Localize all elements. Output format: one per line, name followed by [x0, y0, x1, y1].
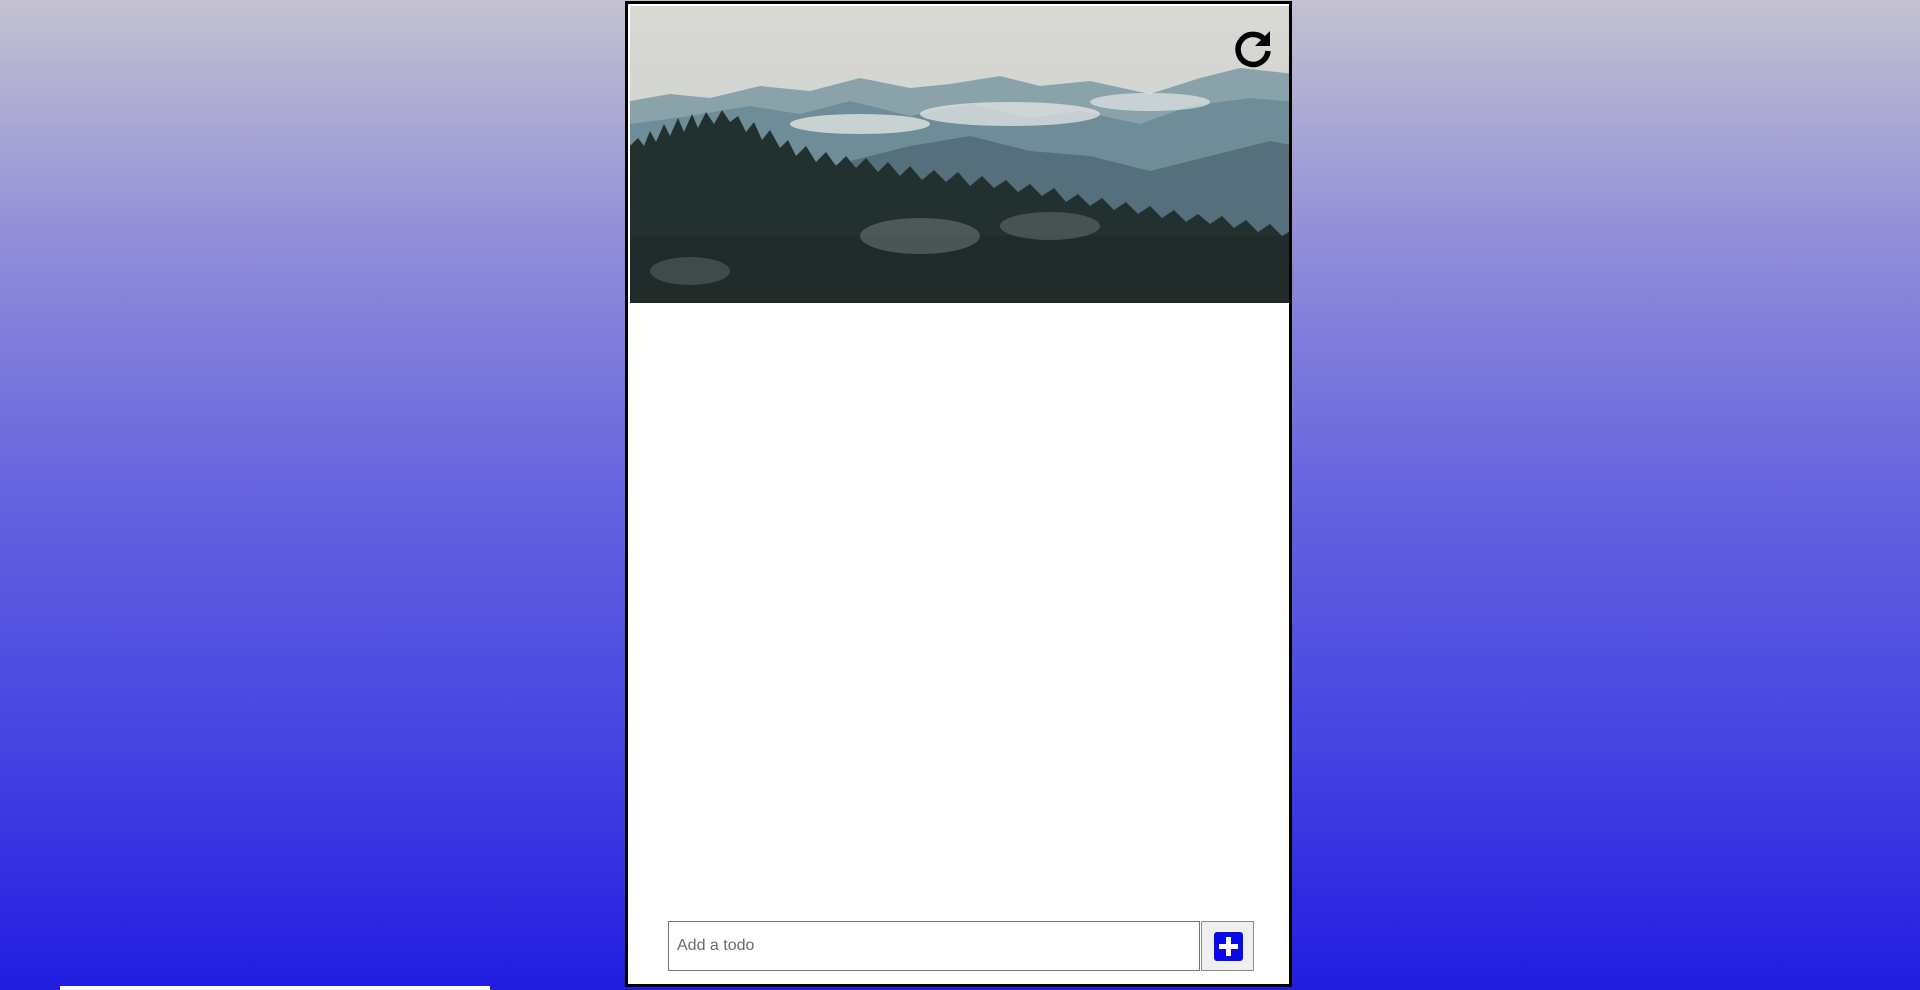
add-todo-input[interactable] [668, 921, 1200, 971]
refresh-icon [1235, 31, 1271, 68]
taskbar-edge [60, 986, 490, 990]
refresh-button[interactable] [1229, 24, 1277, 72]
header-landscape-image [630, 6, 1289, 303]
todo-app-card [625, 1, 1292, 987]
add-todo-form [668, 921, 1254, 971]
add-todo-button[interactable] [1201, 921, 1254, 971]
plus-icon [1214, 932, 1243, 961]
